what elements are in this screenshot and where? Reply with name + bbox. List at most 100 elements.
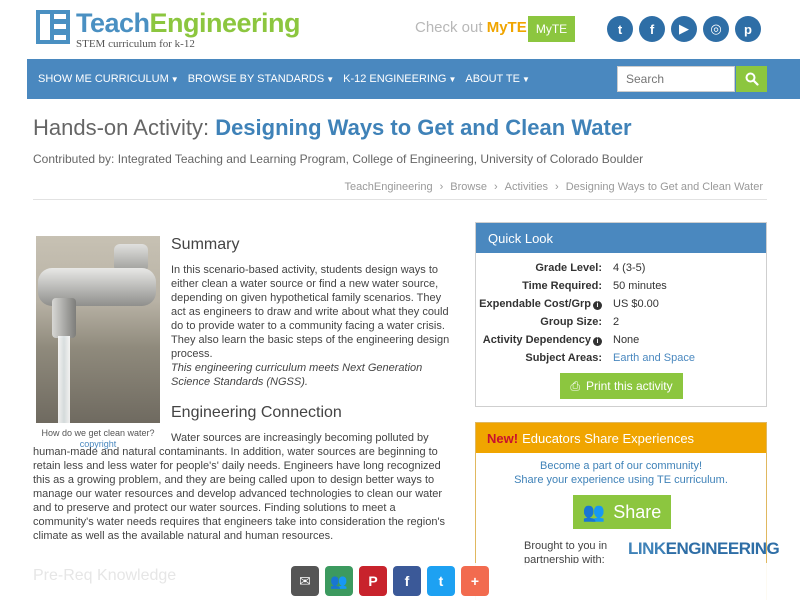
quick-look-label-text: Activity Dependency [482, 334, 591, 346]
group-icon: 👥 [582, 501, 606, 522]
pinterest-icon[interactable]: p [735, 16, 761, 42]
educators-invite: Become a part of our community! Share yo… [476, 459, 766, 487]
divider [33, 199, 767, 200]
linkengineering-logo[interactable]: LINKENGINEERING [628, 539, 780, 559]
page-title: Hands-on Activity: Designing Ways to Get… [33, 115, 632, 141]
quick-look-label-text: Expendable Cost/Grp [479, 298, 591, 310]
logo-title: TeachEngineering [76, 8, 301, 38]
chevron-down-icon: ▼ [521, 75, 530, 84]
summary-body: In this scenario-based activity, student… [171, 263, 456, 389]
nav-item-about-te[interactable]: About TE ▼ [465, 73, 530, 85]
breadcrumb-item[interactable]: Browse [450, 181, 487, 193]
summary-heading: Summary [171, 236, 240, 253]
quick-look-label: Subject Areas: [476, 352, 613, 364]
social-links: t f ▶ ◎ p [607, 16, 761, 42]
group-share-icon[interactable]: 👥 [325, 566, 353, 596]
quick-look-row: Time Required: 50 minutes [476, 277, 766, 295]
quick-look-label: Activity Dependency i [476, 334, 613, 346]
logo-part-engineering: Engineering [149, 8, 301, 38]
quick-look-heading: Quick Look [476, 223, 766, 253]
brought-line-1: Brought to you in [524, 540, 608, 552]
quick-look-panel: Quick Look Grade Level: 4 (3-5) Time Requi… [475, 222, 767, 407]
logo-part-teach: Teach [76, 8, 150, 38]
quick-look-label-text: Subject Areas: [525, 352, 602, 364]
main-nav: Show Me Curriculum ▼ Browse by Standards ▼ K… [27, 59, 800, 99]
quick-look-label-text: Group Size: [540, 316, 602, 328]
search-icon [745, 72, 759, 86]
pinterest-icon[interactable]: P [359, 566, 387, 596]
printer-icon: ⎙ [570, 378, 580, 393]
info-icon[interactable]: i [593, 301, 602, 310]
instagram-icon[interactable]: ◎ [703, 16, 729, 42]
faucet-photo [36, 236, 160, 423]
quick-look-value[interactable]: Earth and Space [613, 352, 695, 364]
quick-look-row: Group Size: 2 [476, 313, 766, 331]
breadcrumb-item: Designing Ways to Get and Clean Water [565, 181, 763, 193]
breadcrumb-item[interactable]: TeachEngineering [345, 181, 433, 193]
quick-look-label: Time Required: [476, 280, 613, 292]
nav-item-show-me-curriculum[interactable]: Show Me Curriculum ▼ [38, 73, 179, 85]
print-activity-button[interactable]: ⎙ Print this activity [560, 373, 683, 399]
checkout-prefix: Check out [415, 19, 487, 36]
search-input[interactable] [617, 66, 735, 92]
share-label: Share [613, 501, 662, 522]
print-label: Print this activity [585, 379, 673, 393]
partner-part-link: LINK [628, 539, 666, 558]
nav-item-label: Browse by Standards [187, 73, 325, 85]
share-experience-button[interactable]: 👥 Share [573, 495, 671, 529]
summary-text: In this scenario-based activity, student… [171, 264, 450, 360]
chevron-down-icon: ▼ [170, 75, 179, 84]
logo-subtitle: STEM curriculum for k-12 [76, 38, 195, 50]
quick-look-row: Activity Dependency i None [476, 331, 766, 349]
invite-line-1: Become a part of our community! [539, 460, 702, 472]
nav-item-label: Show Me Curriculum [38, 73, 169, 85]
title-prefix: Hands-on Activity: [33, 115, 216, 140]
quick-look-value: None [613, 334, 640, 346]
quick-look-row: Grade Level: 4 (3-5) [476, 259, 766, 277]
search-button[interactable] [736, 66, 767, 92]
floating-share-bar: Pre-Req Knowledge ✉ 👥 Pf t + [0, 563, 800, 600]
breadcrumb: TeachEngineering › Browse › Activities › Desig… [345, 181, 763, 193]
quick-look-row: Subject Areas: Earth and Space [476, 349, 766, 367]
quick-look-label: Group Size: [476, 316, 613, 328]
email-icon[interactable]: ✉ [291, 566, 319, 596]
quick-look-rows: Grade Level: 4 (3-5) Time Required: 50 minu… [476, 253, 766, 367]
twitter-icon[interactable]: t [427, 566, 455, 596]
new-badge: New! [487, 430, 519, 446]
breadcrumb-separator-icon: › [555, 181, 559, 193]
logo-text: TeachEngineering STEM curriculum for k-1… [76, 8, 301, 51]
educators-heading-text: Educators Share Experiences [522, 430, 695, 446]
contributed-by: Contributed by: Integrated Teaching and … [33, 152, 644, 166]
breadcrumb-separator-icon: › [493, 181, 498, 193]
nav-item-browse-by-standards[interactable]: Browse by Standards ▼ [188, 73, 334, 85]
chevron-down-icon: ▼ [448, 75, 457, 84]
info-icon[interactable]: i [593, 337, 602, 346]
ngss-note: This engineering curriculum meets Next G… [171, 362, 423, 388]
quick-look-label: Grade Level: [476, 262, 613, 274]
more-plus-icon[interactable]: + [461, 566, 489, 596]
nav-item-label: K-12 Engineering [343, 73, 447, 85]
faucet-spout-shape [52, 298, 76, 338]
myte-brand: MyTE [486, 19, 527, 36]
facebook-icon[interactable]: f [639, 16, 665, 42]
breadcrumb-item[interactable]: Activities [505, 181, 548, 193]
twitter-icon[interactable]: t [607, 16, 633, 42]
site-header: TeachEngineering STEM curriculum for k-1… [0, 0, 800, 58]
myte-button[interactable]: MyTE [528, 16, 575, 42]
activity-title: Designing Ways to Get and Clean Water [215, 115, 632, 140]
faded-section-heading: Pre-Req Knowledge [33, 567, 177, 584]
teachengineering-logo[interactable]: TeachEngineering STEM curriculum for k-1… [36, 8, 301, 51]
share-icons: ✉ 👥 Pf t + [291, 566, 489, 596]
engineering-connection-heading: Engineering Connection [171, 404, 342, 421]
partner-part-engineering: ENGINEERING [665, 539, 780, 558]
nav-item-label: About TE [465, 73, 520, 85]
quick-look-label-text: Time Required: [522, 280, 602, 292]
nav-item-k-12-engineering[interactable]: K-12 Engineering ▼ [343, 73, 456, 85]
quick-look-value: 4 (3-5) [613, 262, 646, 274]
facebook-icon[interactable]: f [393, 566, 421, 596]
engineering-connection-text: Water sources are increasingly becoming … [33, 432, 446, 542]
youtube-icon[interactable]: ▶ [671, 16, 697, 42]
quick-look-label: Expendable Cost/Grp i [476, 298, 613, 310]
water-stream-shape [58, 336, 70, 423]
quick-look-label-text: Grade Level: [535, 262, 602, 274]
